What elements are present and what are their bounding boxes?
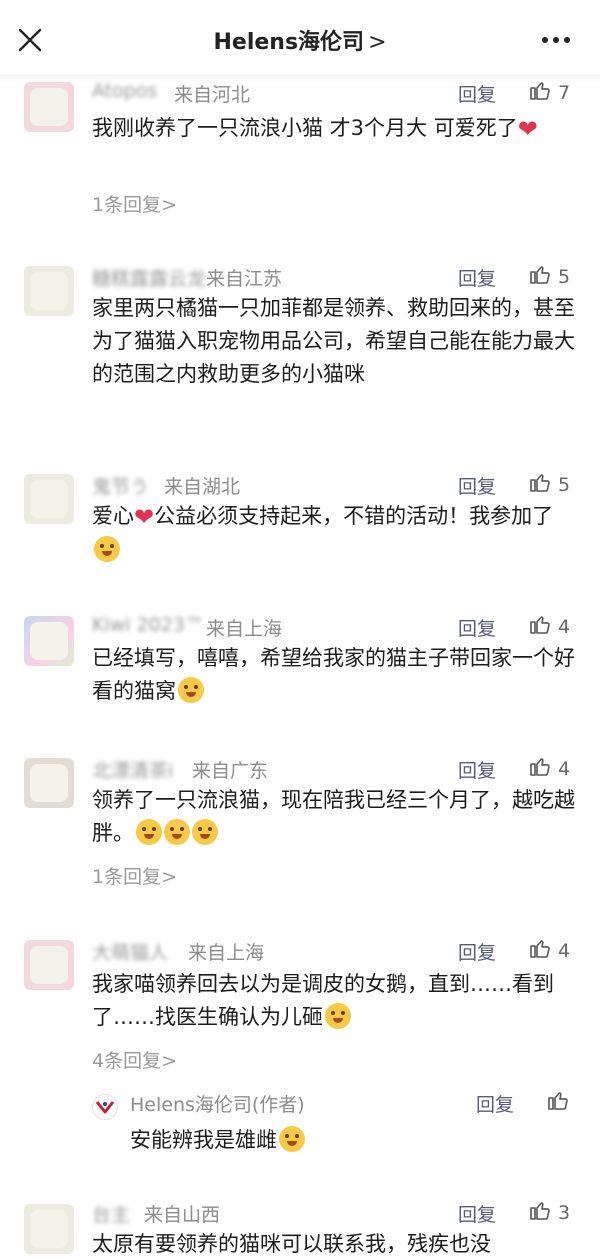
comment-username[interactable]: 大萌猫人 xyxy=(92,938,168,965)
page-title-text: Helens海伦司 xyxy=(213,30,365,55)
header-divider xyxy=(0,74,600,84)
comment-body-part: 公益必须支持起来，不错的活动！我参加了 xyxy=(154,504,554,528)
reply-button[interactable]: 回复 xyxy=(476,1090,514,1117)
avatar[interactable] xyxy=(24,940,74,990)
comment-location: 来自山西 xyxy=(144,1204,221,1226)
like-button[interactable]: 4 xyxy=(528,612,570,638)
more-dots-icon xyxy=(542,37,570,43)
thumbs-up-icon xyxy=(548,1092,568,1110)
like-count: 7 xyxy=(558,82,571,104)
comment-location: 来自江苏 xyxy=(206,268,283,290)
comment-text: 已经填写，嘻嘻，希望给我家的猫主子带回家一个好看的猫窝 xyxy=(92,642,580,708)
comment-location: 来自上海 xyxy=(206,618,283,640)
smiling-face-emoji-icon xyxy=(325,1003,351,1029)
thinking-face-emoji-icon xyxy=(279,1126,305,1152)
like-count: 3 xyxy=(558,1202,571,1224)
reply-button[interactable]: 回复 xyxy=(458,80,496,107)
avatar[interactable] xyxy=(24,82,74,132)
comment-location: 来自河北 xyxy=(174,84,251,106)
comment-body: 我家喵领养回去以为是调皮的女鹅，直到……看到了……找医生确认为儿砸 xyxy=(92,972,554,1029)
reply-button[interactable]: 回复 xyxy=(458,264,496,291)
like-count: 5 xyxy=(558,474,571,496)
comment-username[interactable]: 鬼节う xyxy=(92,472,149,499)
like-button[interactable]: 5 xyxy=(528,470,570,496)
like-count: 5 xyxy=(558,266,571,288)
thumbs-up-icon xyxy=(530,266,550,284)
comment-text: 太原有要领养的猫咪可以联系我，残疾也没 xyxy=(92,1232,491,1256)
view-replies-link[interactable]: 4条回复> xyxy=(92,1046,177,1073)
like-count: 4 xyxy=(558,758,571,780)
like-button[interactable] xyxy=(546,1088,570,1116)
comment-body: 我刚收养了一只流浪小猫 才3个月大 可爱死了 xyxy=(92,116,518,140)
like-button[interactable]: 3 xyxy=(528,1198,570,1224)
like-button[interactable]: 7 xyxy=(528,78,570,104)
chevron-right-icon: > xyxy=(368,30,387,55)
comment-location: 来自广东 xyxy=(192,760,269,782)
comment-username[interactable]: Kiwi 2023™ xyxy=(92,614,204,636)
top-bar: Helens海伦司 > xyxy=(0,0,600,78)
comment-text: 爱心❤公益必须支持起来，不错的活动！我参加了 xyxy=(92,500,580,567)
like-button[interactable]: 4 xyxy=(528,936,570,962)
comment-text: 我家喵领养回去以为是调皮的女鹅，直到……看到了……找医生确认为儿砸 xyxy=(92,968,580,1034)
comment-body-part: 爱心 xyxy=(92,504,134,528)
comment-text: 我刚收养了一只流浪小猫 才3个月大 可爱死了❤ xyxy=(92,112,580,146)
avatar[interactable] xyxy=(24,266,74,316)
author-name[interactable]: Helens海伦司(作者) xyxy=(130,1090,305,1117)
heart-emoji-icon: ❤ xyxy=(517,115,538,143)
shocked-face-emoji-icon xyxy=(136,819,162,845)
author-reply-text: 安能辨我是雄雌 xyxy=(130,1124,305,1154)
shocked-face-emoji-icon xyxy=(164,819,190,845)
helens-logo-icon xyxy=(95,1101,115,1114)
comment-text: 领养了一只流浪猫，现在陪我已经三个月了，越吃越胖。 xyxy=(92,784,580,850)
comment-body: 已经填写，嘻嘻，希望给我家的猫主子带回家一个好看的猫窝 xyxy=(92,646,575,703)
view-replies-link[interactable]: 1条回复> xyxy=(92,190,177,217)
heart-emoji-icon: ❤ xyxy=(134,503,155,531)
author-avatar[interactable] xyxy=(92,1094,118,1120)
thumbs-up-icon xyxy=(530,616,550,634)
author-reply-body: 安能辨我是雄雌 xyxy=(130,1128,277,1152)
comment-username[interactable]: 糖糕露露云龙 xyxy=(92,264,206,291)
like-count: 4 xyxy=(558,940,571,962)
happy-face-emoji-icon xyxy=(94,536,120,562)
avatar[interactable] xyxy=(24,616,74,666)
comment-username[interactable]: 台主 xyxy=(92,1200,130,1227)
reply-button[interactable]: 回复 xyxy=(458,938,496,965)
thumbs-up-icon xyxy=(530,82,550,100)
thumbs-up-icon xyxy=(530,474,550,492)
like-button[interactable]: 5 xyxy=(528,262,570,288)
comment-location: 来自上海 xyxy=(188,942,265,964)
like-button[interactable]: 4 xyxy=(528,754,570,780)
more-button[interactable] xyxy=(538,26,574,54)
comment-username[interactable]: 北漂清茶i xyxy=(92,756,173,783)
thumbs-up-icon xyxy=(530,1202,550,1220)
view-replies-link[interactable]: 1条回复> xyxy=(92,862,177,889)
comment-location: 来自湖北 xyxy=(164,476,241,498)
avatar[interactable] xyxy=(24,1204,74,1254)
thumbs-up-icon xyxy=(530,758,550,776)
reply-button[interactable]: 回复 xyxy=(458,614,496,641)
reply-button[interactable]: 回复 xyxy=(458,1200,496,1227)
like-count: 4 xyxy=(558,616,571,638)
shocked-face-emoji-icon xyxy=(192,819,218,845)
winking-face-emoji-icon xyxy=(178,677,204,703)
thumbs-up-icon xyxy=(530,940,550,958)
reply-button[interactable]: 回复 xyxy=(458,756,496,783)
reply-button[interactable]: 回复 xyxy=(458,472,496,499)
comment-text: 家里两只橘猫一只加菲都是领养、救助回来的，甚至为了猫猫入职宠物用品公司，希望自己… xyxy=(92,296,575,386)
comment-username[interactable]: Atopos xyxy=(92,80,157,102)
author-reply: Helens海伦司(作者) 回复 安能辨我是雄雌 xyxy=(86,1088,586,1152)
avatar[interactable] xyxy=(24,474,74,524)
page-title[interactable]: Helens海伦司 > xyxy=(0,24,600,56)
avatar[interactable] xyxy=(24,758,74,808)
